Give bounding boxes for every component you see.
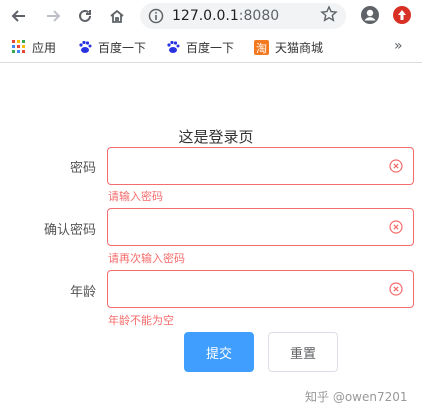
confirm-password-error: 请再次输入密码 [108, 252, 185, 265]
password-label: 密码 [69, 161, 96, 176]
home-icon[interactable] [106, 5, 128, 27]
profile-icon[interactable] [360, 5, 380, 25]
bookmark-label: 应用 [32, 40, 57, 55]
age-input[interactable] [120, 271, 384, 307]
confirm-password-input[interactable] [120, 209, 384, 245]
forward-icon[interactable] [42, 5, 64, 27]
url-host: 127.0.0.1 [172, 8, 239, 24]
extension-icon[interactable] [392, 5, 412, 25]
back-icon[interactable] [8, 5, 30, 27]
bookmark-baidu-2[interactable]: 百度一下 [166, 39, 234, 55]
page-title: 这是登录页 [178, 128, 254, 146]
browser-toolbar: 127.0.0.1:8080 [0, 0, 422, 32]
clear-icon[interactable] [389, 220, 403, 234]
bookmark-label: 百度一下 [186, 40, 235, 55]
bookmark-label: 天猫商城 [275, 40, 324, 55]
bookmark-apps[interactable]: 应用 [12, 39, 56, 55]
tmall-icon: 淘 [254, 39, 269, 55]
password-input[interactable] [120, 148, 384, 184]
bookmark-label: 百度一下 [98, 40, 147, 55]
bookmark-star-icon[interactable] [320, 5, 338, 23]
baidu-paw-icon [79, 40, 92, 53]
confirm-password-field[interactable] [107, 208, 414, 246]
baidu-paw-icon [167, 40, 180, 53]
reset-button[interactable]: 重置 [268, 332, 338, 372]
clear-icon[interactable] [389, 282, 403, 296]
clear-icon[interactable] [389, 159, 403, 173]
address-bar[interactable]: 127.0.0.1:8080 [140, 3, 346, 29]
bookmark-baidu-1[interactable]: 百度一下 [78, 39, 146, 55]
apps-grid-icon [12, 40, 25, 53]
confirm-password-label: 确认密码 [43, 223, 96, 238]
bookmark-tmall[interactable]: 淘 天猫商城 [254, 39, 323, 55]
bookmarks-bar: 应用 百度一下 百度一下 淘 天猫商城 » [0, 32, 422, 63]
svg-text:淘: 淘 [256, 42, 267, 55]
age-label: 年龄 [69, 285, 96, 300]
age-error: 年龄不能为空 [108, 314, 174, 327]
password-error: 请输入密码 [108, 190, 163, 203]
url-port: :8080 [238, 8, 280, 24]
password-field[interactable] [107, 147, 414, 185]
submit-button[interactable]: 提交 [184, 332, 254, 372]
info-icon[interactable] [148, 8, 164, 24]
bookmarks-more-icon[interactable]: » [394, 38, 403, 54]
watermark: 知乎 @owen7201 [305, 390, 408, 404]
reload-icon[interactable] [74, 5, 96, 27]
age-field[interactable] [107, 270, 414, 308]
url-text: 127.0.0.1:8080 [172, 8, 279, 24]
